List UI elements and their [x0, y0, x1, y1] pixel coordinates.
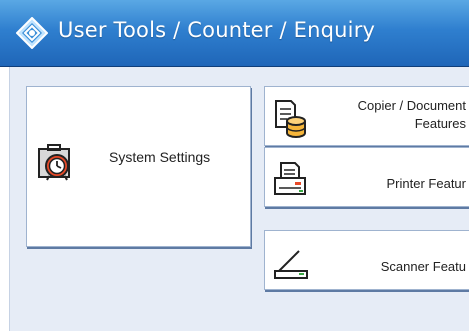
copier-document-features-button[interactable]: Copier / Document Features	[264, 86, 469, 146]
scanner-features-label: Scanner Featu	[380, 259, 466, 274]
title-bar: User Tools / Counter / Enquiry	[0, 0, 469, 67]
printer-features-label: Printer Featur	[386, 176, 466, 191]
scanner-icon	[274, 250, 308, 279]
page-title: User Tools / Counter / Enquiry	[58, 18, 376, 42]
printer-icon	[274, 162, 306, 195]
copier-document-icon	[275, 100, 306, 138]
clock-case-icon	[38, 144, 70, 181]
diamond-tools-icon	[16, 17, 48, 49]
printer-features-button[interactable]: Printer Featur	[264, 147, 469, 207]
system-settings-button[interactable]: System Settings	[26, 86, 251, 247]
scanner-features-button[interactable]: Scanner Featu	[264, 230, 469, 290]
copier-document-features-label: Copier / Document Features	[357, 98, 466, 131]
system-settings-label: System Settings	[109, 149, 211, 165]
